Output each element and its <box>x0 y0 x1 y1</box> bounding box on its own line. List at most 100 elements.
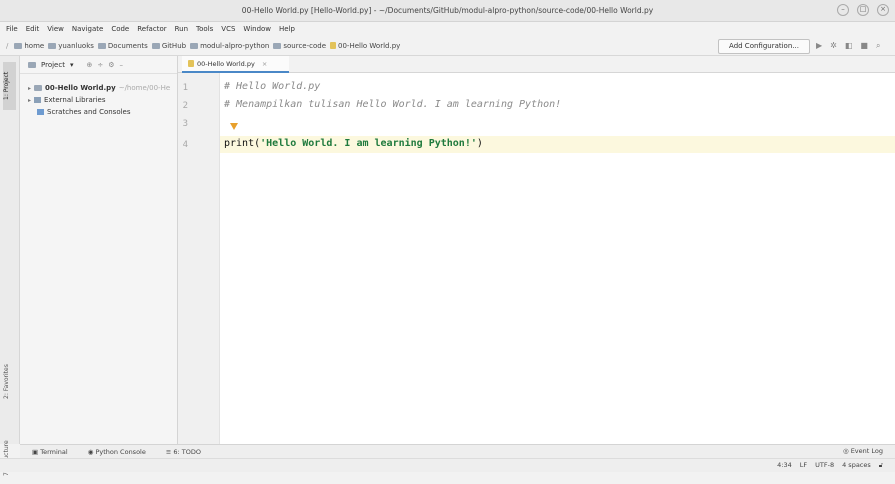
breadcrumb-file[interactable]: 00-Hello World.py <box>330 42 400 50</box>
menu-refactor[interactable]: Refactor <box>137 25 166 33</box>
minimize-button[interactable]: – <box>837 4 849 16</box>
breadcrumb-documents[interactable]: Documents <box>97 41 148 50</box>
breadcrumb-user[interactable]: yuanluoks <box>48 42 94 50</box>
chevron-right-icon[interactable]: ▸ <box>28 85 31 92</box>
intention-bulb-icon[interactable] <box>230 123 238 130</box>
code-line-4: print('Hello World. I am learning Python… <box>224 138 483 149</box>
breadcrumb-label: source-code <box>283 41 327 50</box>
terminal-label: Terminal <box>40 447 68 456</box>
python-file-icon <box>188 60 194 67</box>
breadcrumb-label: home <box>24 41 45 50</box>
menu-file[interactable]: File <box>6 25 18 33</box>
gear-icon[interactable]: ⚙ <box>108 61 114 69</box>
menu-run[interactable]: Run <box>175 25 188 33</box>
folder-icon <box>273 42 282 49</box>
line-number: 2 <box>182 101 188 111</box>
folder-icon <box>14 42 23 49</box>
favorites-tool-tab[interactable]: 2: Favorites <box>3 356 16 408</box>
line-number: 4 <box>182 140 188 150</box>
scratches-icon <box>37 109 44 115</box>
collapse-icon[interactable]: ÷ <box>97 61 103 69</box>
code-close-paren: ) <box>476 138 483 149</box>
breadcrumb-label: yuanluoks <box>58 41 94 50</box>
folder-icon <box>190 42 199 49</box>
event-log-label: Event Log <box>850 447 883 455</box>
run-icon[interactable]: ▶ <box>816 41 822 51</box>
left-tool-strip: 1: Project 2: Favorites 7: Structure <box>0 56 20 476</box>
line-number: 3 <box>182 119 188 129</box>
editor-tab-file[interactable]: 00-Hello World.py × <box>182 56 289 73</box>
breadcrumb-source-code[interactable]: source-code <box>273 42 326 50</box>
tree-item-label: External Libraries <box>44 96 106 104</box>
folder-icon <box>97 42 106 49</box>
breadcrumb-github[interactable]: GitHub <box>151 41 187 50</box>
root-separator: / <box>6 41 9 50</box>
indent-setting[interactable]: 4 spaces <box>842 461 871 470</box>
debug-icon[interactable]: ✲ <box>830 41 837 51</box>
event-log-icon: ◎ <box>842 447 851 455</box>
locate-icon[interactable]: ⊕ <box>86 61 92 69</box>
code-string-literal: 'Hello World. I am learning Python!' <box>260 138 477 149</box>
status-info: 4:34 LF UTF-8 4 spaces 🔓︎ <box>777 461 883 470</box>
python-file-icon <box>330 42 337 49</box>
breadcrumb-label: Documents <box>107 41 148 50</box>
breadcrumb-home[interactable]: / home <box>6 42 44 50</box>
menu-edit[interactable]: Edit <box>26 25 40 33</box>
status-bar: 4:34 LF UTF-8 4 spaces 🔓︎ <box>0 458 895 472</box>
menu-tools[interactable]: Tools <box>196 25 213 33</box>
menu-navigate[interactable]: Navigate <box>72 25 103 33</box>
folder-icon <box>48 42 57 49</box>
python-console-tab[interactable]: ◉ Python Console <box>88 448 146 456</box>
project-tree: ▸ 00-Hello World.py ~/home/00-He ▸ Exter… <box>20 74 177 118</box>
tree-item-scratches[interactable]: Scratches and Consoles <box>20 106 177 118</box>
menu-help[interactable]: Help <box>279 25 295 33</box>
window-controls: – □ × <box>837 4 889 16</box>
tree-item-project[interactable]: ▸ 00-Hello World.py ~/home/00-He <box>20 82 177 94</box>
current-line-highlight: print('Hello World. I am learning Python… <box>220 136 895 153</box>
stop-icon[interactable]: ■ <box>860 41 868 51</box>
search-icon[interactable]: ⌕ <box>876 41 880 51</box>
folder-icon <box>151 42 160 49</box>
close-tab-icon[interactable]: × <box>262 60 267 68</box>
maximize-button[interactable]: □ <box>857 4 869 16</box>
window-title: 00-Hello World.py [Hello-World.py] - ~/D… <box>241 6 654 15</box>
folder-icon <box>28 61 36 68</box>
project-view-selector[interactable]: Project <box>41 61 65 69</box>
project-panel-header: Project ▾ ⊕ ÷ ⚙ – <box>20 56 177 74</box>
menu-vcs[interactable]: VCS <box>221 25 235 33</box>
menu-window[interactable]: Window <box>243 25 271 33</box>
editor-tab-bar: 00-Hello World.py × <box>178 56 895 73</box>
menu-bar: File Edit View Navigate Code Refactor Ru… <box>0 22 895 36</box>
event-log-tab[interactable]: ◎ Event Log <box>843 447 883 455</box>
breadcrumb-label: GitHub <box>161 41 187 50</box>
coverage-icon[interactable]: ◧ <box>845 41 853 51</box>
project-panel: Project ▾ ⊕ ÷ ⚙ – ▸ 00-Hello World.py ~/… <box>20 56 178 444</box>
code-editor[interactable]: # Hello World.py # Menampilkan tulisan H… <box>220 73 895 444</box>
chevron-right-icon[interactable]: ▸ <box>28 97 31 104</box>
tree-item-label: 00-Hello World.py <box>45 84 116 92</box>
breadcrumb-repo[interactable]: modul-alpro-python <box>190 42 269 50</box>
add-configuration-button[interactable]: Add Configuration... <box>718 39 810 54</box>
todo-tab[interactable]: ≡ 6: TODO <box>166 448 201 456</box>
menu-code[interactable]: Code <box>111 25 129 33</box>
menu-view[interactable]: View <box>47 25 64 33</box>
line-separator[interactable]: LF <box>800 461 807 470</box>
library-icon <box>34 97 42 103</box>
code-line-1: # Hello World.py <box>224 81 321 92</box>
tree-item-path: ~/home/00-He <box>118 84 171 92</box>
project-tool-tab[interactable]: 1: Project <box>3 62 16 110</box>
line-number-gutter: 1 2 3 4 <box>178 73 220 444</box>
close-button[interactable]: × <box>877 4 889 16</box>
tree-item-external-libraries[interactable]: ▸ External Libraries <box>20 94 177 106</box>
navigation-bar: / home yuanluoks Documents GitHub modul-a… <box>0 36 895 56</box>
tree-item-label: Scratches and Consoles <box>47 108 131 116</box>
title-bar: 00-Hello World.py [Hello-World.py] - ~/D… <box>0 0 895 22</box>
chevron-down-icon[interactable]: ▾ <box>70 61 74 69</box>
file-encoding[interactable]: UTF-8 <box>815 461 834 470</box>
caret-position[interactable]: 4:34 <box>777 461 792 470</box>
hide-icon[interactable]: – <box>120 61 124 69</box>
terminal-tab[interactable]: ▣ Terminal <box>32 448 68 456</box>
lock-icon[interactable]: 🔓︎ <box>879 461 883 470</box>
line-number: 1 <box>182 83 188 93</box>
folder-icon <box>34 85 43 91</box>
